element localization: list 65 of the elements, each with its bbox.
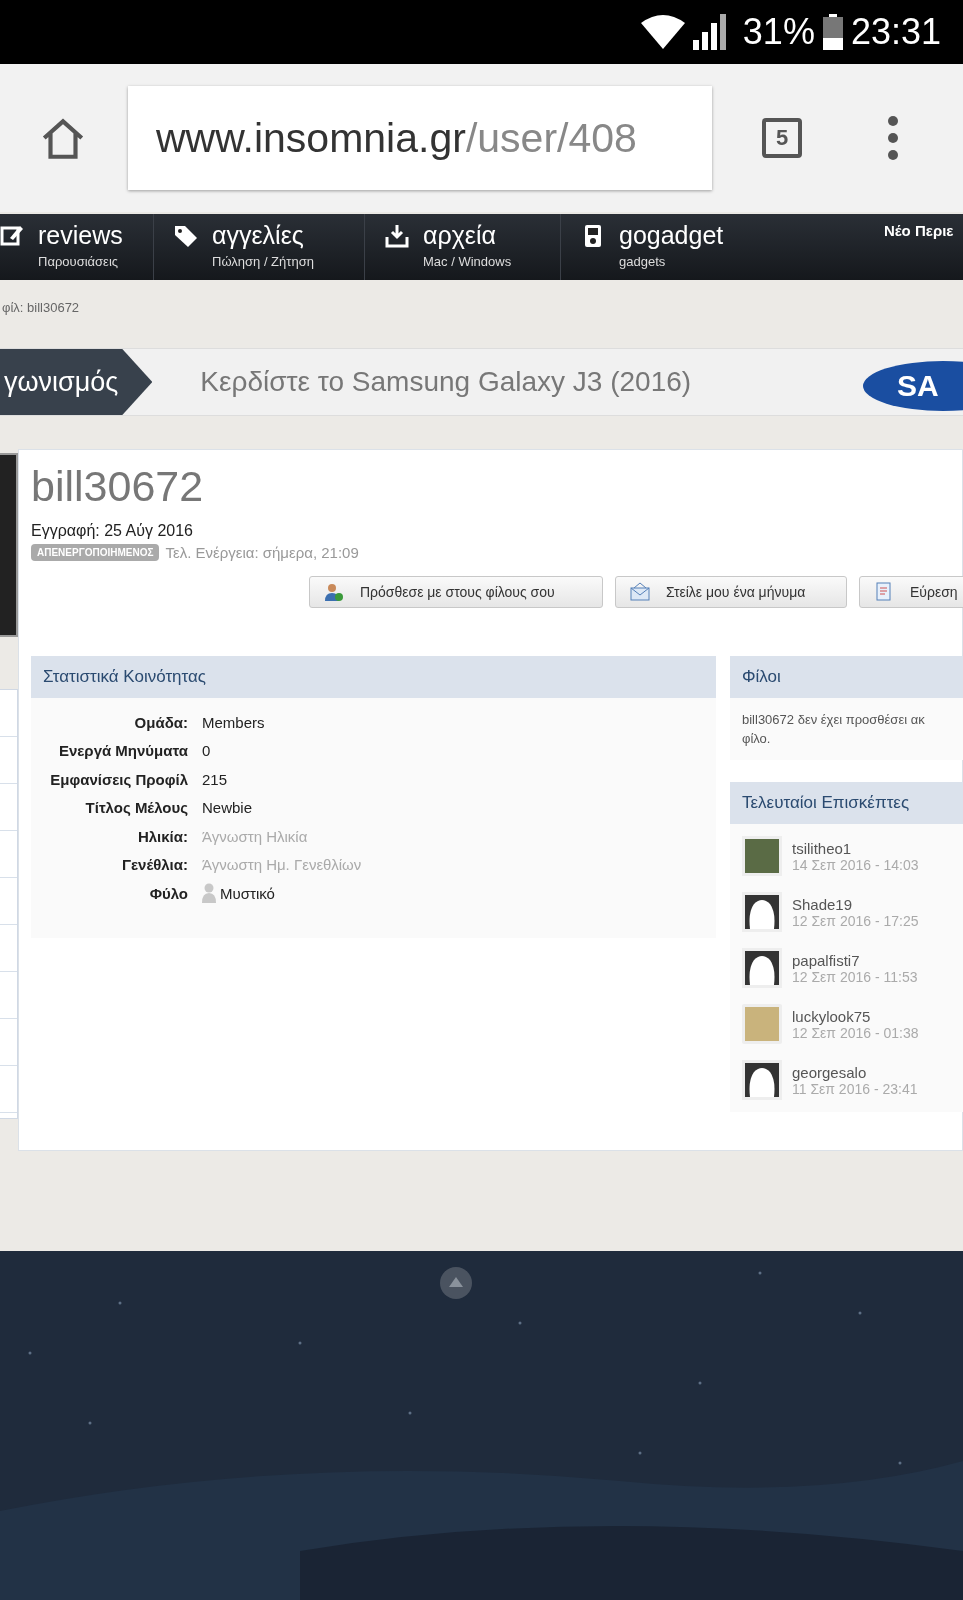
visit-time: 12 Σεπ 2016 - 11:53 bbox=[792, 968, 918, 985]
visitor-name[interactable]: Shade19 bbox=[792, 895, 919, 913]
visit-time: 14 Σεπ 2016 - 14:03 bbox=[792, 856, 919, 873]
wifi-icon bbox=[640, 15, 685, 49]
visitor-name[interactable]: tsilitheo1 bbox=[792, 839, 919, 857]
download-icon bbox=[385, 224, 409, 248]
field-value: Άγνωστη Ηλικία bbox=[202, 827, 308, 845]
action-button[interactable]: Εύρεση bbox=[859, 576, 963, 608]
field-value: Members bbox=[202, 713, 265, 731]
field-value: 215 bbox=[202, 770, 228, 788]
visit-time: 11 Σεπ 2016 - 23:41 bbox=[792, 1080, 918, 1097]
field-label: Φύλο bbox=[148, 884, 188, 902]
nav-link[interactable]: Νέο Περιε bbox=[884, 222, 963, 239]
document-icon bbox=[874, 582, 894, 602]
field-label: Ηλικία: bbox=[136, 827, 188, 845]
avatar-silhouette-icon[interactable] bbox=[742, 948, 782, 988]
nav-item[interactable]: αρχεία Mac / Windows bbox=[365, 214, 561, 280]
tab-count-button[interactable]: 5 bbox=[762, 118, 802, 158]
signal-icon bbox=[692, 14, 729, 50]
clock: 23:31 bbox=[850, 11, 941, 53]
brand-logo: SA bbox=[863, 361, 963, 411]
nav-item[interactable]: reviews Παρουσιάσεις bbox=[0, 214, 154, 280]
address-bar[interactable]: www.insomnia.gr/user/408 bbox=[128, 86, 712, 190]
banner-tag: γωνισμός bbox=[0, 349, 153, 415]
action-button[interactable]: Πρόσθεσε με στους φίλους σου bbox=[309, 576, 603, 608]
status-badge: ΑΠΕΝΕΡΓΟΠΟΙΗΜΕΝΟΣ bbox=[31, 544, 160, 561]
last-activity: Τελ. Ενέργεια: σήμερα, 21:09 bbox=[165, 544, 359, 561]
tag-icon bbox=[174, 224, 198, 248]
visitor-name[interactable]: georgesalo bbox=[792, 1063, 918, 1081]
field-value: 0 bbox=[202, 742, 211, 760]
join-date: Εγγραφή: 25 Αύγ 2016 bbox=[31, 522, 194, 540]
panel-title: Στατιστικά Κοινότητας bbox=[31, 656, 716, 698]
field-value: Μυστικό bbox=[220, 884, 275, 902]
nav-item[interactable]: gogadget gadgets bbox=[561, 214, 744, 280]
promo-banner[interactable]: γωνισμός Κερδίστε το Samsung Galaxy J3 (2016) SA bbox=[0, 348, 963, 416]
add-user-icon bbox=[324, 582, 344, 602]
username: bill30672 bbox=[31, 461, 205, 512]
battery-percent: 31% bbox=[742, 11, 815, 53]
field-label: Τίτλος Μέλους bbox=[84, 799, 188, 817]
nav-item[interactable]: αγγελίες Πώληση / Ζήτηση bbox=[154, 214, 365, 280]
visit-time: 12 Σεπ 2016 - 17:25 bbox=[792, 912, 919, 929]
visitor-name[interactable]: luckylook75 bbox=[792, 1007, 919, 1025]
field-label: Ενεργά Μηνύματα bbox=[57, 742, 188, 760]
menu-icon[interactable] bbox=[888, 116, 898, 160]
edit-icon bbox=[0, 224, 24, 248]
panel-title: Φίλοι bbox=[730, 656, 963, 698]
person-icon bbox=[202, 883, 216, 904]
scroll-top-icon[interactable] bbox=[440, 1267, 472, 1299]
panel-title: Τελευταίοι Επισκέπτες bbox=[730, 782, 963, 824]
avatar-photo-placeholder[interactable] bbox=[742, 836, 782, 876]
field-value: Άγνωστη Ημ. Γενεθλίων bbox=[202, 856, 362, 874]
field-label: Ομάδα: bbox=[133, 713, 188, 731]
action-button[interactable]: Στείλε μου ένα μήνυμα bbox=[615, 576, 847, 608]
field-label: Γενέθλια: bbox=[120, 856, 188, 874]
breadcrumb[interactable]: φίλ: bill30672 bbox=[2, 299, 80, 315]
battery-icon bbox=[822, 14, 843, 50]
visit-time: 12 Σεπ 2016 - 01:38 bbox=[792, 1024, 919, 1041]
field-label: Εμφανίσεις Προφίλ bbox=[49, 770, 188, 788]
visitor-name[interactable]: papalfisti7 bbox=[792, 951, 918, 969]
avatar-silhouette-icon[interactable] bbox=[742, 892, 782, 932]
friends-message: bill30672 δεν έχει προσθέσει ακ φίλο. bbox=[742, 711, 926, 748]
banner-text: Κερδίστε το Samsung Galaxy J3 (2016) bbox=[200, 366, 692, 398]
avatar-silhouette-icon[interactable] bbox=[742, 1060, 782, 1100]
envelope-icon bbox=[630, 582, 650, 602]
field-value: Newbie bbox=[202, 799, 253, 817]
